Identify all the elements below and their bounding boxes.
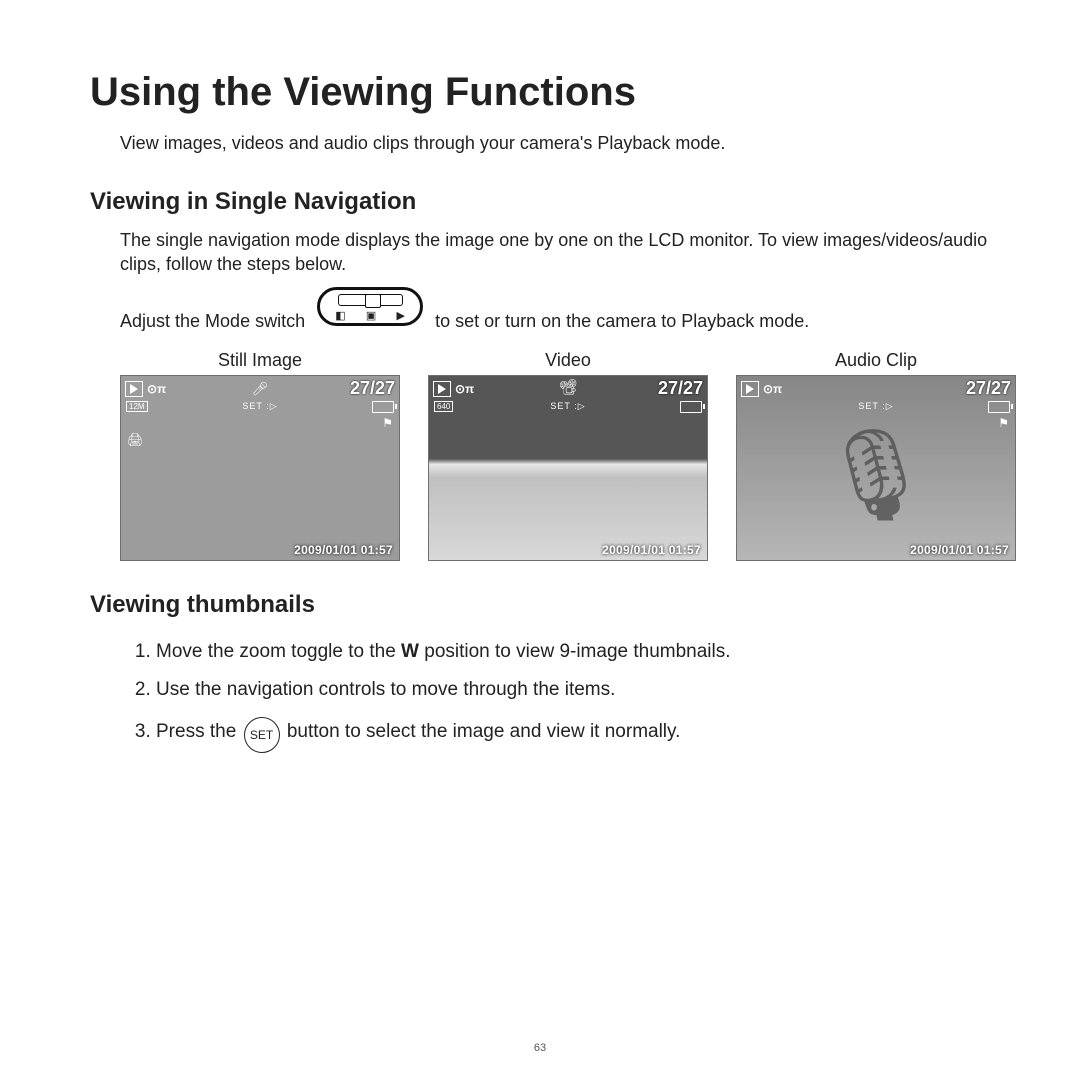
flag-icon: ⚑ xyxy=(121,414,399,432)
print-icon: 🖨︎ xyxy=(121,432,399,448)
audio-counter: 27/27 xyxy=(966,378,1011,399)
battery-icon xyxy=(372,401,394,413)
lock-icon: ⊙π xyxy=(147,382,166,396)
lock-icon: ⊙π xyxy=(455,382,474,396)
still-counter: 27/27 xyxy=(350,378,395,399)
thumbnail-steps: Move the zoom toggle to the W position t… xyxy=(132,638,1000,751)
video-datetime: 2009/01/01 01:57 xyxy=(602,543,701,557)
step-1: Move the zoom toggle to the W position t… xyxy=(156,638,1000,667)
page-title: Using the Viewing Functions xyxy=(90,70,1000,115)
video-set: SET :▷ xyxy=(550,401,585,412)
camera-icon: ◧ xyxy=(335,309,345,322)
mode-post-text: to set or turn on the camera to Playback… xyxy=(435,311,809,332)
audio-datetime: 2009/01/01 01:57 xyxy=(910,543,1009,557)
playback-icon xyxy=(741,381,759,397)
audio-set: SET :▷ xyxy=(858,401,893,412)
still-label: Still Image xyxy=(120,350,400,371)
playback-icon xyxy=(433,381,451,397)
video-resolution: 640 xyxy=(434,401,453,412)
lock-icon: ⊙π xyxy=(763,382,782,396)
set-button-icon: SET xyxy=(244,717,280,753)
video-label: Video xyxy=(428,350,708,371)
section-heading-thumbnails: Viewing thumbnails xyxy=(90,591,1000,619)
lcd-video: ⊙π 📽︎ 27/27 640 SET :▷ 2009/01/01 01:57 xyxy=(428,375,708,561)
audio-label: Audio Clip xyxy=(736,350,1016,371)
battery-icon xyxy=(680,401,702,413)
play-icon: ▶ xyxy=(396,309,404,322)
mic-icon: 🎤︎ xyxy=(252,381,269,397)
videocam-icon: 📽︎ xyxy=(558,378,577,396)
video-icon: ▣ xyxy=(366,309,376,322)
section1-paragraph: The single navigation mode displays the … xyxy=(120,228,1000,277)
intro-text: View images, videos and audio clips thro… xyxy=(120,133,1000,154)
lcd-examples-row: Still Image ⊙π 🎤︎ 27/27 12M SET :▷ ⚑ 🖨︎ … xyxy=(120,350,1000,561)
still-resolution: 12M xyxy=(126,401,148,412)
mode-pre-text: Adjust the Mode switch xyxy=(120,311,305,332)
mode-switch-line: Adjust the Mode switch ◧ ▣ ▶ to set or tur… xyxy=(120,293,1000,332)
section-heading-single-nav: Viewing in Single Navigation xyxy=(90,188,1000,216)
still-datetime: 2009/01/01 01:57 xyxy=(294,543,393,557)
lcd-still: ⊙π 🎤︎ 27/27 12M SET :▷ ⚑ 🖨︎ 2009/01/01 0… xyxy=(120,375,400,561)
battery-icon xyxy=(988,401,1010,413)
audio-col: Audio Clip ⊙π 27/27 SET :▷ ⚑ 🎙︎ 2009/01/… xyxy=(736,350,1016,561)
lcd-audio: ⊙π 27/27 SET :▷ ⚑ 🎙︎ 2009/01/01 01:57 xyxy=(736,375,1016,561)
w-position: W xyxy=(401,641,419,662)
playback-icon xyxy=(125,381,143,397)
microphone-icon: 🎙︎ xyxy=(819,422,933,527)
mode-switch-icon: ◧ ▣ ▶ xyxy=(317,287,423,326)
step-3: Press the SET button to select the image… xyxy=(156,715,1000,751)
still-image-col: Still Image ⊙π 🎤︎ 27/27 12M SET :▷ ⚑ 🖨︎ … xyxy=(120,350,400,561)
page-number: 63 xyxy=(534,1042,546,1054)
step-2: Use the navigation controls to move thro… xyxy=(156,676,1000,705)
still-set: SET :▷ xyxy=(242,401,277,412)
video-counter: 27/27 xyxy=(658,378,703,399)
video-col: Video ⊙π 📽︎ 27/27 640 SET :▷ 2009/01/01 … xyxy=(428,350,708,561)
